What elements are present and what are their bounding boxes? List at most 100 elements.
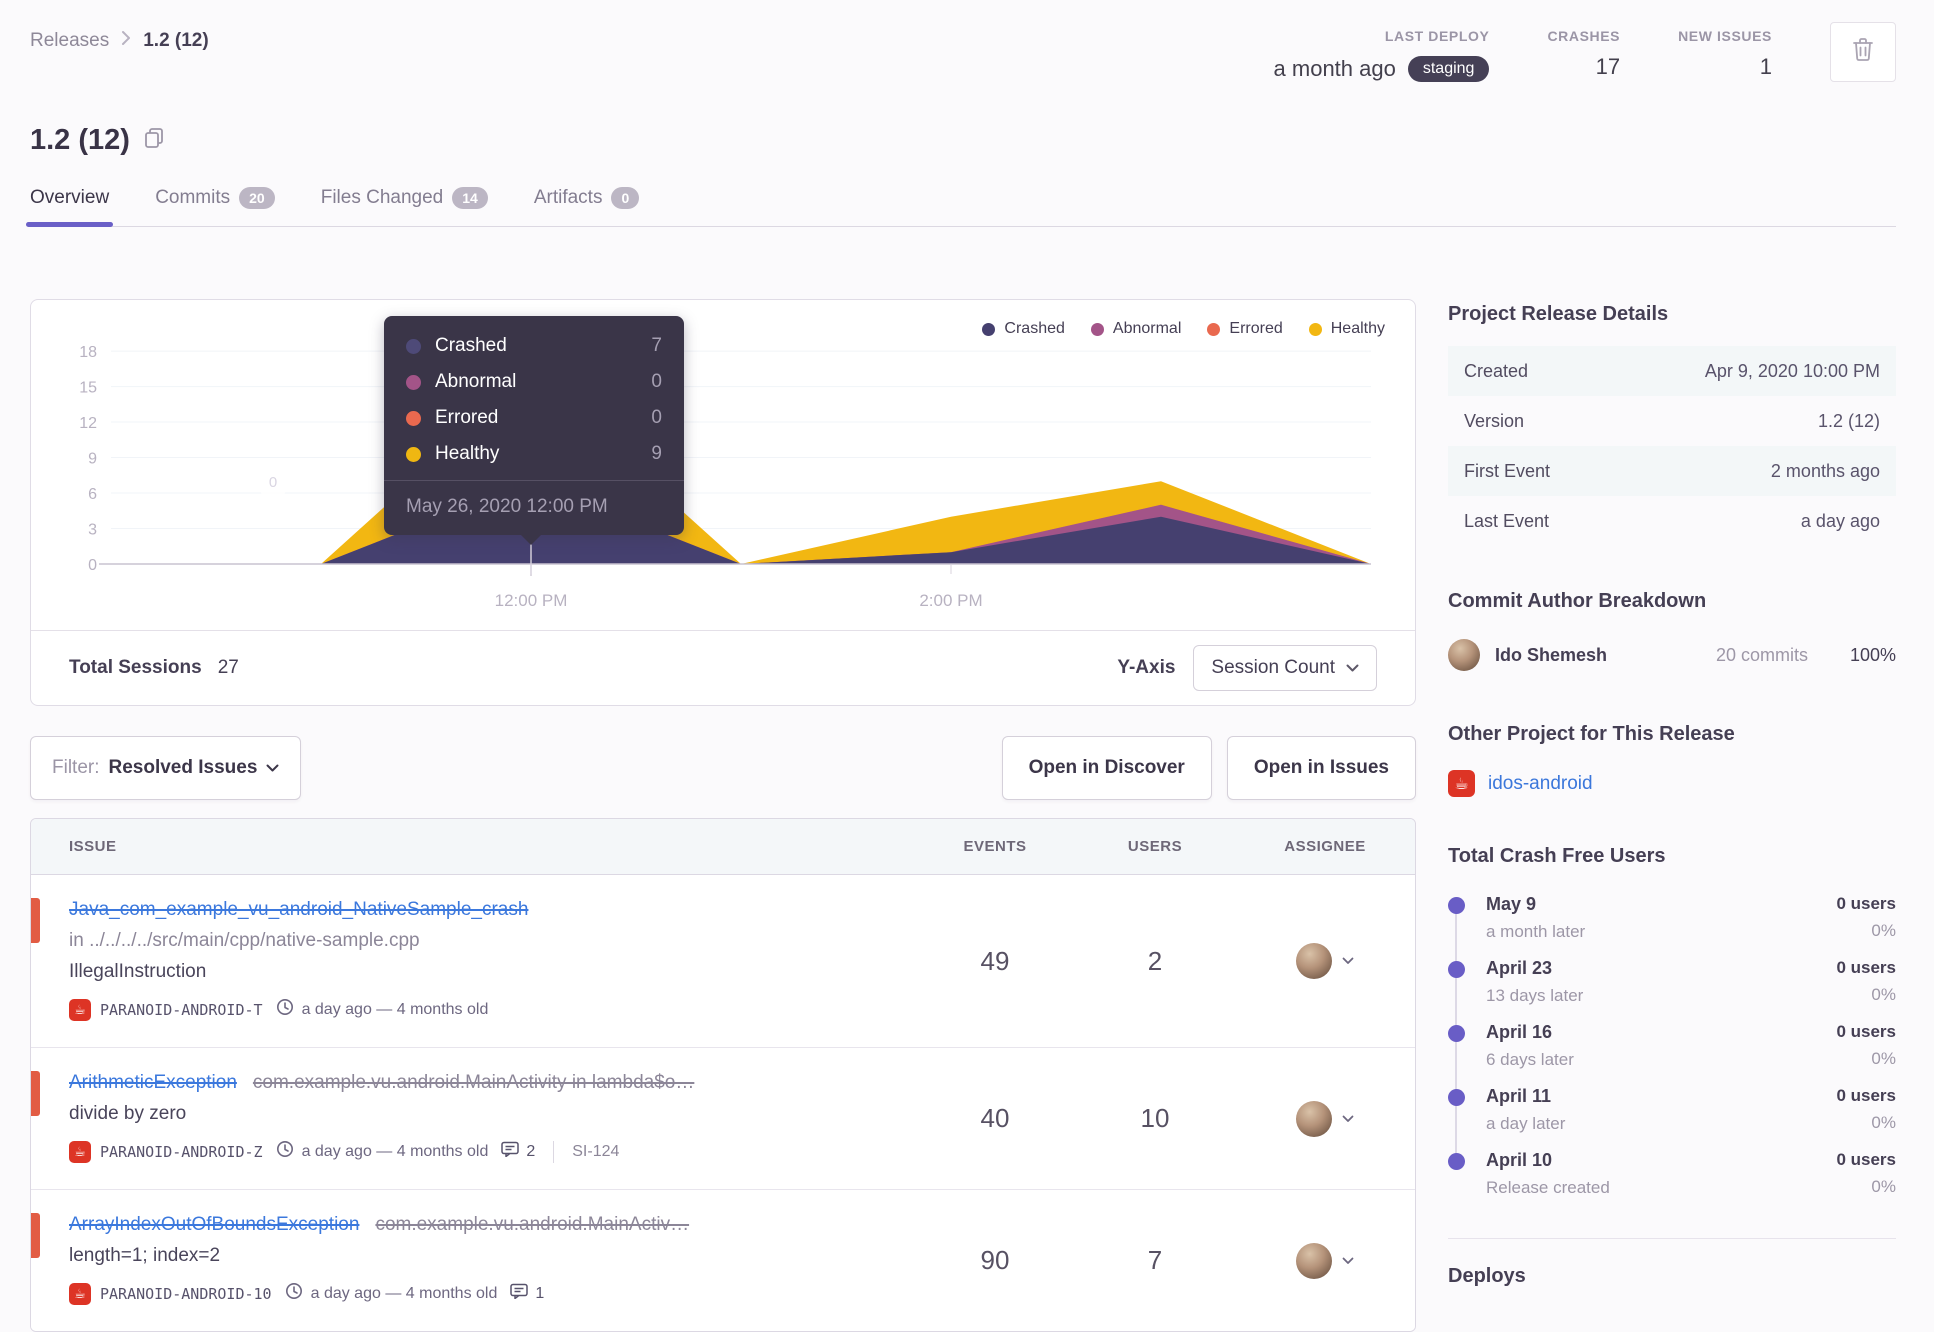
author-avatar: [1448, 639, 1480, 671]
delete-release-button[interactable]: [1830, 22, 1896, 82]
tab-count-badge: 0: [611, 187, 640, 209]
release-overview-page: Releases 1.2 (12) LAST DEPLOY a month ag…: [0, 0, 1934, 1332]
chevron-down-icon: [1342, 952, 1354, 970]
tooltip-series-dot: [406, 338, 421, 354]
timeline-note: a day later: [1486, 1114, 1566, 1133]
svg-text:0: 0: [88, 557, 97, 574]
tab[interactable]: Overview: [25, 187, 114, 227]
column-header-assignee: ASSIGNEE: [1284, 838, 1366, 855]
legend-item[interactable]: Errored: [1207, 320, 1283, 338]
timeline-dot: [1448, 961, 1465, 978]
issue-title-link[interactable]: ArithmeticException: [69, 1072, 237, 1093]
timeline-note: 13 days later: [1486, 986, 1584, 1005]
detail-row: First Event 2 months ago: [1448, 446, 1896, 496]
tooltip-series-value: 0: [651, 371, 662, 392]
issue-description: IllegalInstruction: [69, 961, 207, 982]
tab[interactable]: Commits 20: [155, 187, 275, 226]
stat-last-deploy: LAST DEPLOY a month ago staging: [1274, 22, 1490, 82]
timeline-percent: 0%: [1871, 1177, 1896, 1196]
breadcrumb-releases-link[interactable]: Releases: [30, 30, 109, 52]
issue-title-link[interactable]: ArrayIndexOutOfBoundsException: [69, 1214, 359, 1235]
issues-filter-dropdown[interactable]: Filter: Resolved Issues: [30, 736, 302, 800]
open-in-issues-button[interactable]: Open in Issues: [1226, 736, 1416, 800]
assignee-dropdown[interactable]: [1235, 1048, 1415, 1189]
timeline-item: April 16 6 days later 0 users 0%: [1448, 1022, 1896, 1096]
commit-author-row: Ido Shemesh 20 commits 100%: [1448, 639, 1896, 671]
svg-text:15: 15: [79, 380, 97, 397]
table-row: Java_com_example_vu_android_NativeSample…: [31, 875, 1415, 1048]
legend-item[interactable]: Crashed: [982, 320, 1065, 338]
project-badge[interactable]: ☕ PARANOID-ANDROID-T: [69, 998, 263, 1021]
external-issue-link[interactable]: SI-124: [572, 1143, 619, 1161]
project-slug: PARANOID-ANDROID-T: [100, 1000, 263, 1019]
tooltip-row: Crashed 7: [384, 328, 684, 364]
open-in-discover-button[interactable]: Open in Discover: [1001, 736, 1212, 800]
timeline-percent: 0%: [1871, 985, 1896, 1004]
timeline-dot: [1448, 1089, 1465, 1106]
chart-footer: Total Sessions 27 Y-Axis Session Count: [31, 630, 1415, 705]
timeline-note: Release created: [1486, 1178, 1610, 1197]
chevron-right-icon: [121, 30, 131, 52]
svg-text:9: 9: [88, 451, 97, 468]
copy-icon[interactable]: [144, 127, 164, 154]
project-badge[interactable]: ☕ PARANOID-ANDROID-10: [69, 1282, 272, 1305]
issue-location: in ../../../../src/main/cpp/native-sampl…: [69, 930, 420, 951]
svg-text:18: 18: [79, 344, 97, 361]
header-stats: LAST DEPLOY a month ago staging CRASHES …: [1274, 22, 1896, 82]
legend-dot: [1207, 322, 1221, 336]
timeline-date: April 23: [1486, 958, 1553, 978]
assignee-dropdown[interactable]: [1235, 1190, 1415, 1331]
tooltip-series-dot: [406, 374, 421, 390]
breadcrumb: Releases 1.2 (12): [30, 22, 209, 52]
tab[interactable]: Artifacts 0: [534, 187, 640, 226]
other-project-link[interactable]: idos-android: [1488, 773, 1593, 795]
tab[interactable]: Files Changed 14: [321, 187, 488, 226]
unresolved-marker: [31, 1213, 40, 1258]
timeline-date: April 10: [1486, 1150, 1553, 1170]
meta-divider: [553, 1140, 555, 1163]
tab-label: Commits: [155, 187, 231, 208]
total-sessions-label: Total Sessions: [69, 657, 202, 678]
legend-label: Healthy: [1330, 320, 1385, 337]
trash-icon: [1851, 36, 1875, 68]
y-axis-label: Y-Axis: [1117, 657, 1176, 678]
other-project-row: ☕ idos-android: [1448, 770, 1896, 797]
issue-age: a day ago — 4 months old: [310, 1284, 498, 1302]
tooltip-series-dot: [406, 410, 421, 426]
chart-legend: Crashed Abnormal Errored Healthy: [982, 320, 1385, 338]
issue-title-link[interactable]: Java_com_example_vu_android_NativeSample…: [69, 899, 528, 920]
author-percent: 100%: [1849, 644, 1896, 665]
assignee-dropdown[interactable]: [1235, 875, 1415, 1047]
sessions-chart-svg: 0 3 6 9 12 15 18 12:00 PM 2:00 PM 0: [79, 344, 1371, 610]
comment-count: 2: [526, 1142, 536, 1160]
events-count: 90: [980, 1245, 1010, 1275]
y-axis-select[interactable]: Session Count: [1193, 645, 1377, 691]
issue-culprit: com.example.vu.android.MainActivity in l…: [252, 1072, 695, 1093]
coffee-project-icon: ☕: [1448, 770, 1475, 797]
sidebar-divider: [1448, 1238, 1896, 1239]
svg-text:0: 0: [269, 474, 277, 491]
legend-dot: [982, 322, 996, 336]
commit-author-heading: Commit Author Breakdown: [1448, 590, 1707, 612]
table-row: ArrayIndexOutOfBoundsException com.exampl…: [31, 1190, 1415, 1331]
tooltip-series-dot: [406, 446, 421, 462]
tooltip-series-label: Abnormal: [435, 371, 517, 392]
project-badge[interactable]: ☕ PARANOID-ANDROID-Z: [69, 1140, 263, 1163]
sidebar: Project Release Details Created Apr 9, 2…: [1448, 299, 1896, 1332]
legend-item[interactable]: Healthy: [1308, 320, 1385, 338]
column-header-issue: ISSUE: [69, 838, 117, 855]
timeline-item: May 9 a month later 0 users 0%: [1448, 894, 1896, 968]
chevron-down-icon: [266, 757, 279, 779]
table-row: ArithmeticException com.example.vu.androi…: [31, 1048, 1415, 1190]
other-project-heading: Other Project for This Release: [1448, 723, 1735, 745]
top-bar: Releases 1.2 (12) LAST DEPLOY a month ag…: [30, 0, 1896, 82]
events-count: 40: [980, 1103, 1010, 1133]
stat-label: CRASHES: [1547, 28, 1621, 44]
legend-item[interactable]: Abnormal: [1090, 320, 1181, 338]
tooltip-pointer: [520, 534, 542, 545]
environment-badge: staging: [1407, 56, 1490, 82]
detail-row: Version 1.2 (12): [1448, 396, 1896, 446]
comment-count: 1: [535, 1284, 545, 1302]
assignee-avatar: [1296, 1242, 1332, 1279]
detail-row: Created Apr 9, 2020 10:00 PM: [1448, 346, 1896, 396]
